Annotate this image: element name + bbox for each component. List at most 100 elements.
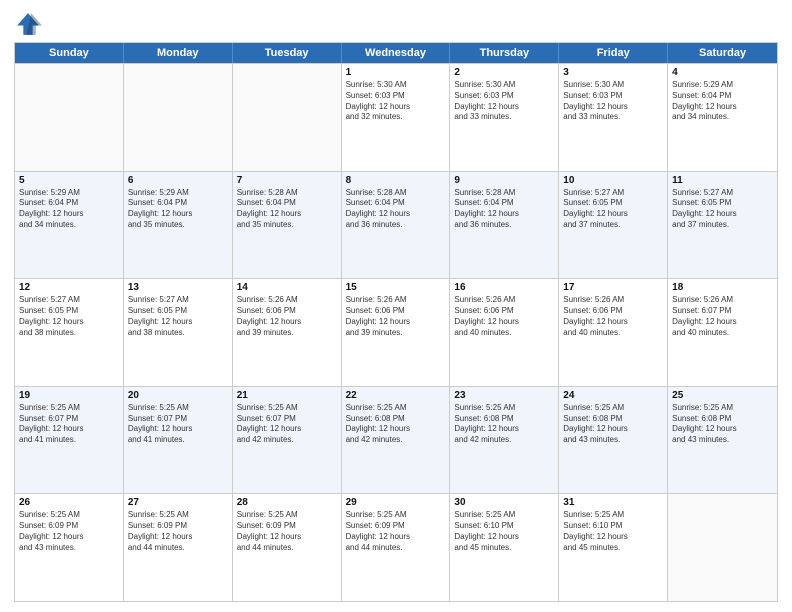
calendar-cell: 13 Sunrise: 5:27 AM Sunset: 6:05 PM Dayli… [124, 279, 233, 386]
calendar-cell: 12 Sunrise: 5:27 AM Sunset: 6:05 PM Dayli… [15, 279, 124, 386]
calendar-cell: 19 Sunrise: 5:25 AM Sunset: 6:07 PM Dayli… [15, 387, 124, 494]
day-number: 31 [563, 497, 663, 508]
day-number: 13 [128, 282, 228, 293]
day-info: Sunrise: 5:25 AM Sunset: 6:08 PM Dayligh… [563, 403, 663, 446]
calendar-cell: 7 Sunrise: 5:28 AM Sunset: 6:04 PM Daylig… [233, 172, 342, 279]
calendar-cell: 3Sunrise: 5:30 AM Sunset: 6:03 PM Daylig… [559, 64, 668, 171]
day-info: Sunrise: 5:28 AM Sunset: 6:04 PM Dayligh… [454, 188, 554, 231]
day-number: 10 [563, 175, 663, 186]
calendar-cell: 23 Sunrise: 5:25 AM Sunset: 6:08 PM Dayli… [450, 387, 559, 494]
calendar-header: SundayMondayTuesdayWednesdayThursdayFrid… [15, 43, 777, 63]
day-number: 12 [19, 282, 119, 293]
weekday-header: Sunday [15, 43, 124, 63]
calendar-cell: 10 Sunrise: 5:27 AM Sunset: 6:05 PM Dayli… [559, 172, 668, 279]
day-number: 16 [454, 282, 554, 293]
calendar: SundayMondayTuesdayWednesdayThursdayFrid… [14, 42, 778, 602]
day-number: 17 [563, 282, 663, 293]
day-info: Sunrise: 5:28 AM Sunset: 6:04 PM Dayligh… [237, 188, 337, 231]
calendar-row: 12 Sunrise: 5:27 AM Sunset: 6:05 PM Dayli… [15, 278, 777, 386]
calendar-cell: 28 Sunrise: 5:25 AM Sunset: 6:09 PM Dayli… [233, 494, 342, 601]
calendar-cell: 30 Sunrise: 5:25 AM Sunset: 6:10 PM Dayli… [450, 494, 559, 601]
calendar-cell: 27Sunrise: 5:25 AM Sunset: 6:09 PM Dayli… [124, 494, 233, 601]
calendar-cell: 21Sunrise: 5:25 AM Sunset: 6:07 PM Dayli… [233, 387, 342, 494]
day-number: 24 [563, 390, 663, 401]
day-number: 23 [454, 390, 554, 401]
header [14, 10, 778, 38]
calendar-cell: 11Sunrise: 5:27 AM Sunset: 6:05 PM Dayli… [668, 172, 777, 279]
day-number: 29 [346, 497, 446, 508]
day-number: 4 [672, 67, 773, 78]
calendar-cell: 29Sunrise: 5:25 AM Sunset: 6:09 PM Dayli… [342, 494, 451, 601]
calendar-cell: 9 Sunrise: 5:28 AM Sunset: 6:04 PM Daylig… [450, 172, 559, 279]
calendar-body: 1 Sunrise: 5:30 AM Sunset: 6:03 PM Daylig… [15, 63, 777, 601]
day-info: Sunrise: 5:25 AM Sunset: 6:07 PM Dayligh… [128, 403, 228, 446]
day-info: Sunrise: 5:29 AM Sunset: 6:04 PM Dayligh… [19, 188, 119, 231]
day-info: Sunrise: 5:26 AM Sunset: 6:07 PM Dayligh… [672, 295, 773, 338]
day-info: Sunrise: 5:25 AM Sunset: 6:08 PM Dayligh… [454, 403, 554, 446]
day-info: Sunrise: 5:29 AM Sunset: 6:04 PM Dayligh… [672, 80, 773, 123]
logo-icon [14, 10, 42, 38]
page: SundayMondayTuesdayWednesdayThursdayFrid… [0, 0, 792, 612]
day-info: Sunrise: 5:25 AM Sunset: 6:09 PM Dayligh… [19, 510, 119, 553]
calendar-cell: 31Sunrise: 5:25 AM Sunset: 6:10 PM Dayli… [559, 494, 668, 601]
day-number: 18 [672, 282, 773, 293]
day-info: Sunrise: 5:28 AM Sunset: 6:04 PM Dayligh… [346, 188, 446, 231]
day-info: Sunrise: 5:27 AM Sunset: 6:05 PM Dayligh… [563, 188, 663, 231]
calendar-cell: 14Sunrise: 5:26 AM Sunset: 6:06 PM Dayli… [233, 279, 342, 386]
calendar-cell: 25 Sunrise: 5:25 AM Sunset: 6:08 PM Dayli… [668, 387, 777, 494]
calendar-cell [668, 494, 777, 601]
calendar-cell: 8Sunrise: 5:28 AM Sunset: 6:04 PM Daylig… [342, 172, 451, 279]
calendar-row: 26 Sunrise: 5:25 AM Sunset: 6:09 PM Dayli… [15, 493, 777, 601]
calendar-cell: 16 Sunrise: 5:26 AM Sunset: 6:06 PM Dayli… [450, 279, 559, 386]
day-info: Sunrise: 5:30 AM Sunset: 6:03 PM Dayligh… [563, 80, 663, 123]
day-number: 20 [128, 390, 228, 401]
calendar-cell: 26 Sunrise: 5:25 AM Sunset: 6:09 PM Dayli… [15, 494, 124, 601]
calendar-cell: 22Sunrise: 5:25 AM Sunset: 6:08 PM Dayli… [342, 387, 451, 494]
day-number: 6 [128, 175, 228, 186]
day-number: 25 [672, 390, 773, 401]
day-number: 1 [346, 67, 446, 78]
day-info: Sunrise: 5:25 AM Sunset: 6:08 PM Dayligh… [672, 403, 773, 446]
day-info: Sunrise: 5:27 AM Sunset: 6:05 PM Dayligh… [128, 295, 228, 338]
weekday-header: Thursday [450, 43, 559, 63]
weekday-header: Wednesday [342, 43, 451, 63]
day-info: Sunrise: 5:26 AM Sunset: 6:06 PM Dayligh… [563, 295, 663, 338]
day-info: Sunrise: 5:30 AM Sunset: 6:03 PM Dayligh… [454, 80, 554, 123]
day-info: Sunrise: 5:25 AM Sunset: 6:10 PM Dayligh… [454, 510, 554, 553]
day-info: Sunrise: 5:29 AM Sunset: 6:04 PM Dayligh… [128, 188, 228, 231]
day-number: 14 [237, 282, 337, 293]
day-info: Sunrise: 5:27 AM Sunset: 6:05 PM Dayligh… [19, 295, 119, 338]
weekday-header: Tuesday [233, 43, 342, 63]
day-info: Sunrise: 5:25 AM Sunset: 6:07 PM Dayligh… [19, 403, 119, 446]
day-number: 28 [237, 497, 337, 508]
calendar-cell [124, 64, 233, 171]
calendar-row: 1 Sunrise: 5:30 AM Sunset: 6:03 PM Daylig… [15, 63, 777, 171]
day-number: 11 [672, 175, 773, 186]
calendar-cell: 5Sunrise: 5:29 AM Sunset: 6:04 PM Daylig… [15, 172, 124, 279]
calendar-cell: 20 Sunrise: 5:25 AM Sunset: 6:07 PM Dayli… [124, 387, 233, 494]
day-info: Sunrise: 5:26 AM Sunset: 6:06 PM Dayligh… [346, 295, 446, 338]
day-info: Sunrise: 5:26 AM Sunset: 6:06 PM Dayligh… [454, 295, 554, 338]
day-info: Sunrise: 5:25 AM Sunset: 6:09 PM Dayligh… [237, 510, 337, 553]
day-number: 15 [346, 282, 446, 293]
day-number: 26 [19, 497, 119, 508]
weekday-header: Saturday [668, 43, 777, 63]
day-number: 30 [454, 497, 554, 508]
day-info: Sunrise: 5:25 AM Sunset: 6:08 PM Dayligh… [346, 403, 446, 446]
calendar-cell: 18 Sunrise: 5:26 AM Sunset: 6:07 PM Dayli… [668, 279, 777, 386]
weekday-header: Friday [559, 43, 668, 63]
calendar-row: 5Sunrise: 5:29 AM Sunset: 6:04 PM Daylig… [15, 171, 777, 279]
calendar-cell: 6 Sunrise: 5:29 AM Sunset: 6:04 PM Daylig… [124, 172, 233, 279]
calendar-cell [233, 64, 342, 171]
day-number: 7 [237, 175, 337, 186]
calendar-cell: 17 Sunrise: 5:26 AM Sunset: 6:06 PM Dayli… [559, 279, 668, 386]
day-info: Sunrise: 5:25 AM Sunset: 6:07 PM Dayligh… [237, 403, 337, 446]
calendar-row: 19 Sunrise: 5:25 AM Sunset: 6:07 PM Dayli… [15, 386, 777, 494]
day-number: 9 [454, 175, 554, 186]
calendar-cell: 15 Sunrise: 5:26 AM Sunset: 6:06 PM Dayli… [342, 279, 451, 386]
day-info: Sunrise: 5:30 AM Sunset: 6:03 PM Dayligh… [346, 80, 446, 123]
day-number: 2 [454, 67, 554, 78]
logo [14, 10, 44, 38]
day-number: 19 [19, 390, 119, 401]
day-info: Sunrise: 5:25 AM Sunset: 6:09 PM Dayligh… [128, 510, 228, 553]
